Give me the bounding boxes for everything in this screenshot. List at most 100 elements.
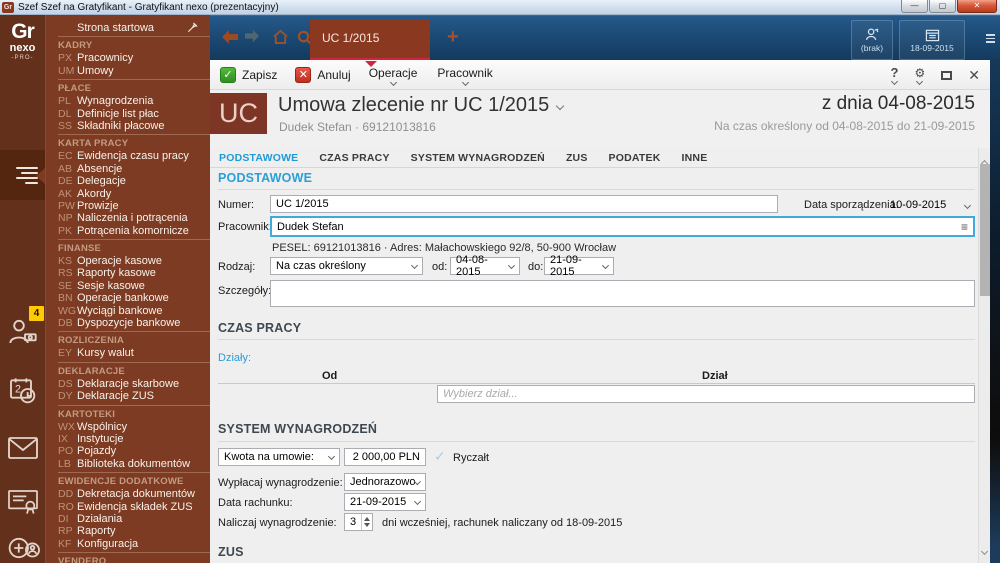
sidebar-item-akordy[interactable]: AKAkordy [58,188,200,200]
od-date-select[interactable]: 04-08-2015 [450,257,520,275]
sidebar-item-kursy-walut[interactable]: EYKursy walut [58,347,200,359]
sidebar-item-dekretacja-dokumentów[interactable]: DDDekretacja dokumentów [58,488,200,500]
scrollbar-thumb[interactable] [980,164,990,296]
sidebar-item-raporty-kasowe[interactable]: RSRaporty kasowe [58,267,200,279]
save-button[interactable]: ✓ Zapisz [220,67,277,83]
sidebar-section-header-deklaracje: DEKLARACJE [58,365,200,378]
calendar-clock-icon[interactable]: 2 [7,375,39,407]
sidebar-item-biblioteka-dokumentów[interactable]: LBBiblioteka dokumentów [58,458,200,470]
pracownik-input[interactable]: Dudek Stefan ≡ [270,216,975,237]
do-date-select[interactable]: 21-09-2015 [544,257,614,275]
naliczaj-spinner[interactable]: 3 [344,513,373,531]
logo-pro: -PRO- [0,54,45,62]
divider [218,441,975,442]
document-tab[interactable]: UC 1/2015 [310,19,430,61]
cancel-button[interactable]: ✕ Anuluj [295,67,350,83]
sidebar-item-wspólnicy[interactable]: WXWspólnicy [58,421,200,433]
szczegoly-input[interactable] [270,280,975,307]
spinner-down-icon[interactable] [364,523,370,527]
sidebar-item-code: BN [58,292,77,304]
sidebar-item-naliczenia-i-potrącenia[interactable]: NPNaliczenia i potrącenia [58,212,200,224]
sidebar-item-pojazdy[interactable]: POPojazdy [58,445,200,457]
sidebar-item-operacje-bankowe[interactable]: BNOperacje bankowe [58,292,200,304]
sidebar-item-umowy[interactable]: UMUmowy [58,65,200,77]
sidebar-item-składniki-płacowe[interactable]: SSSkładniki płacowe [58,120,200,132]
tab-inne[interactable]: INNE [682,152,708,164]
sidebar-section-header-finanse: FINANSE [58,242,200,255]
field-menu-icon[interactable]: ≡ [961,220,968,234]
spinner-arrows[interactable] [361,514,372,530]
spinner-up-icon[interactable] [364,517,370,521]
forward-icon[interactable] [244,29,260,43]
kwota-type-select[interactable]: Kwota na umowie: [218,448,340,466]
sidebar-item-instytucje[interactable]: IXInstytucje [58,433,200,445]
help-menu[interactable]: ? [891,67,899,84]
sidebar-item-ewidencja-czasu-pracy[interactable]: ECEwidencja czasu pracy [58,150,200,162]
operations-menu[interactable]: Operacje [369,64,418,85]
session-date-button[interactable]: 18-09-2015 [899,20,965,60]
wyplacaj-select[interactable]: Jednorazowo [344,473,426,491]
sidebar-item-dyspozycje-bankowe[interactable]: DBDyspozycje bankowe [58,317,200,329]
sidebar-item-code: LB [58,458,77,470]
document-title[interactable]: Umowa zlecenie nr UC 1/2015 [278,94,563,117]
dzial-input[interactable]: Wybierz dział... [437,385,975,403]
tab-podstawowe[interactable]: PODSTAWOWE [219,152,298,164]
sidebar-item-potrącenia-komornicze[interactable]: PKPotrącenia komornicze [58,225,200,237]
navbar-menu-icon[interactable] [986,34,995,43]
pracownik-value: Dudek Stefan [277,221,344,233]
rodzaj-select[interactable]: Na czas określony [270,257,423,275]
section-heading-wynagrodzenia: SYSTEM WYNAGRODZEŃ [218,422,377,436]
sidebar-item-code: PX [58,52,77,64]
data-rachunku-label: Data rachunku: [218,497,293,509]
user-button[interactable]: (brak) [851,20,893,60]
add-contact-icon[interactable] [7,533,41,563]
tab-podatek[interactable]: PODATEK [609,152,661,164]
sidebar-item-operacje-kasowe[interactable]: KSOperacje kasowe [58,255,200,267]
data-sporzadzenia-select[interactable]: 10-09-2015 [890,199,970,211]
sidebar-item-sesje-kasowe[interactable]: SESesje kasowe [58,280,200,292]
minimize-button[interactable]: — [901,0,928,13]
sidebar-item-absencje[interactable]: ABAbsencje [58,163,200,175]
certificate-icon[interactable] [7,487,39,515]
sidebar-item-ewidencja-składek-zus[interactable]: ROEwidencja składek ZUS [58,501,200,513]
back-icon[interactable] [221,29,239,45]
ryczalt-checkbox[interactable]: ✓ [434,448,446,465]
sidebar-item-wynagrodzenia[interactable]: PLWynagrodzenia [58,95,200,107]
sidebar-section-header-rozliczenia: ROZLICZENIA [58,334,200,347]
od-value: 04-08-2015 [456,254,509,278]
sidebar-item-deklaracje-skarbowe[interactable]: DSDeklaracje skarbowe [58,378,200,390]
x-icon: ✕ [295,67,311,83]
sidebar-notch [36,168,45,184]
settings-menu[interactable]: ⚙ [915,67,926,84]
dzialy-label[interactable]: Działy: [218,352,251,364]
tab-system-wynagrodzeń[interactable]: SYSTEM WYNAGRODZEŃ [411,152,545,164]
new-tab-icon[interactable]: + [447,26,459,49]
sidebar-item-delegacje[interactable]: DEDelegacje [58,175,200,187]
mail-icon[interactable] [7,435,39,461]
user-icon [864,27,880,42]
maximize-button[interactable]: ▢ [929,0,956,13]
sidebar-item-deklaracje-zus[interactable]: DYDeklaracje ZUS [58,390,200,402]
tab-czas-pracy[interactable]: CZAS PRACY [319,152,389,164]
data-rachunku-select[interactable]: 21-09-2015 [344,493,426,511]
tab-zus[interactable]: ZUS [566,152,588,164]
maximize-panel-icon[interactable] [941,71,952,80]
home-icon[interactable] [272,29,289,45]
close-panel-icon[interactable]: ✕ [968,67,980,84]
sidebar-item-definicje-list-płac[interactable]: DLDefinicje list płac [58,108,200,120]
sidebar-item-działania[interactable]: DIDziałania [58,513,200,525]
employee-menu[interactable]: Pracownik [437,64,492,85]
sidebar-section: PŁACEPLWynagrodzeniaDLDefinicje list pła… [58,79,210,132]
sidebar-item-wyciągi-bankowe[interactable]: WGWyciągi bankowe [58,305,200,317]
kwota-input[interactable]: 2 000,00 PLN [344,448,426,466]
sidebar-item-konfiguracja[interactable]: KFKonfiguracja [58,538,200,550]
vertical-scrollbar[interactable] [978,148,990,563]
sidebar-item-prowizje[interactable]: PWProwizje [58,200,200,212]
sidebar-item-strona-startowa[interactable]: Strona startowa [58,22,200,34]
sidebar-item-pracownicy[interactable]: PXPracownicy [58,52,200,64]
sidebar-item-label: Delegacje [77,175,126,187]
close-button[interactable]: ✕ [957,0,997,13]
numer-input[interactable]: UC 1/2015 [270,195,778,213]
sidebar-item-raporty[interactable]: RPRaporty [58,525,200,537]
scroll-down-icon[interactable] [981,548,988,555]
